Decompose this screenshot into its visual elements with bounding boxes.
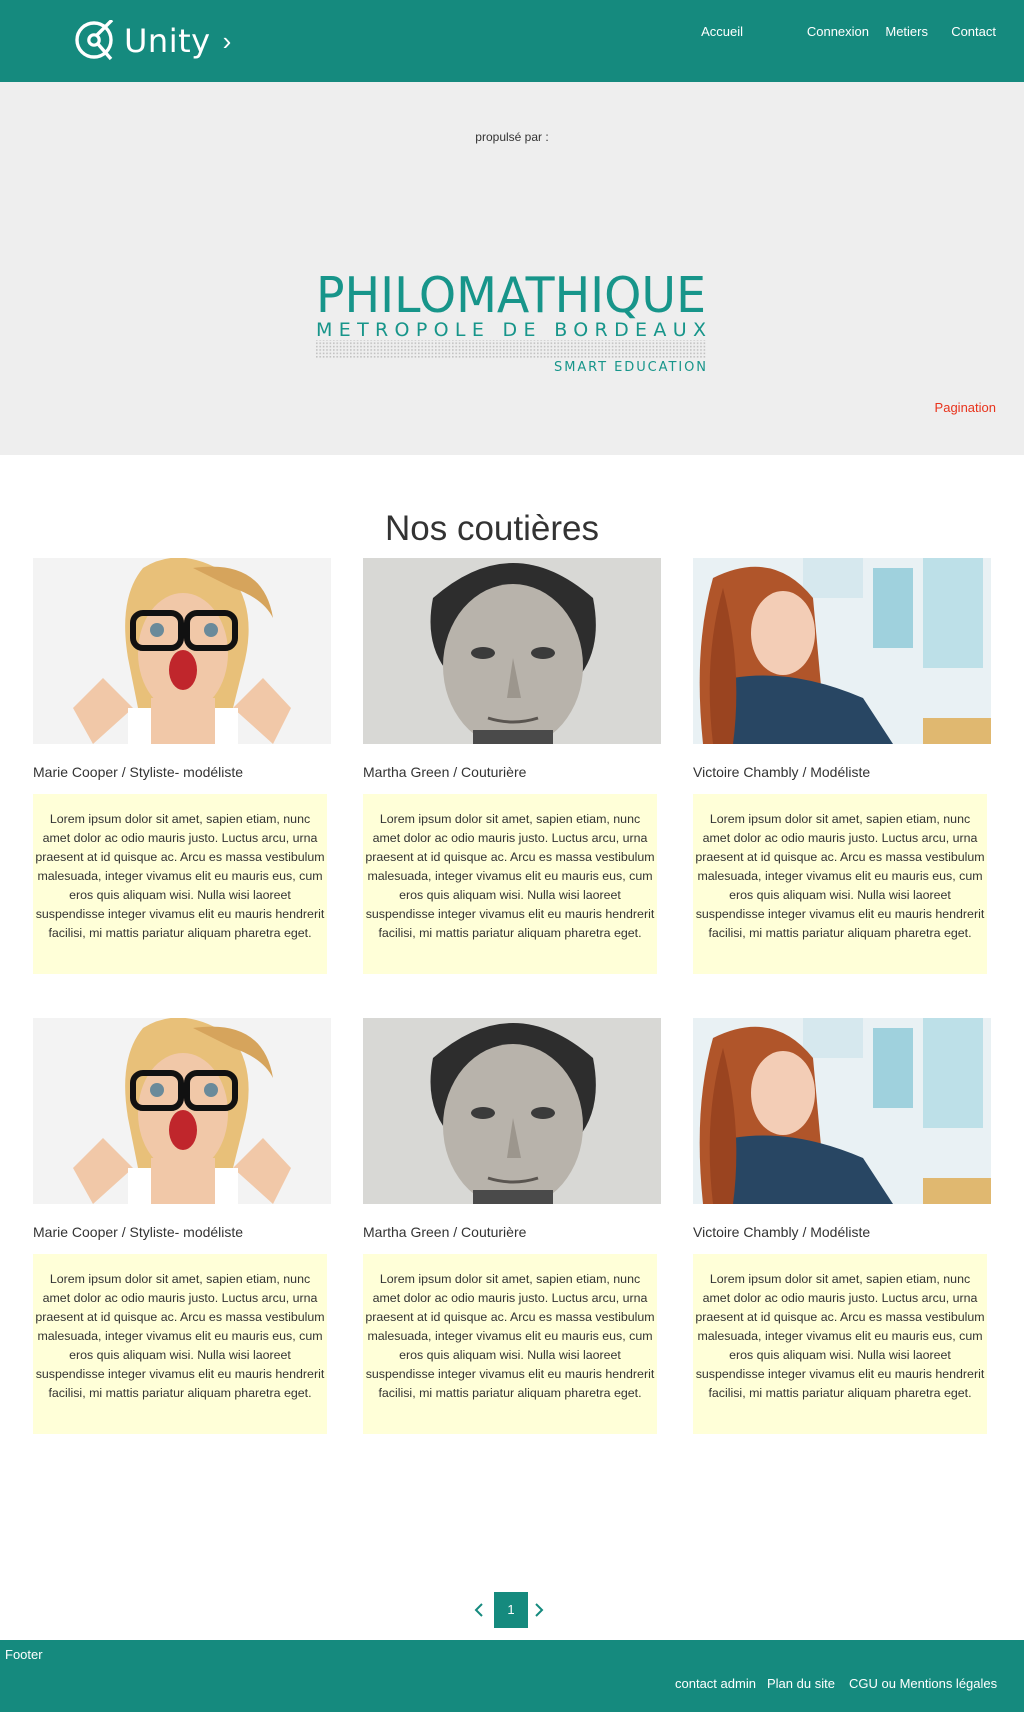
powered-by-label: propulsé par : xyxy=(475,130,549,144)
hero-banner: propulsé par : PHILOMATHIQUE METROPOLE D… xyxy=(0,82,1024,455)
card: Victoire Chambly / Modéliste Lorem ipsum… xyxy=(693,558,991,974)
footer-link-contact-admin[interactable]: contact admin xyxy=(675,1676,756,1691)
profile-photo-elderly-woman xyxy=(363,1018,661,1204)
card-name: Marie Cooper / Styliste- modéliste xyxy=(33,1224,244,1240)
card-description: Lorem ipsum dolor sit amet, sapien etiam… xyxy=(33,1254,327,1434)
unity-logo-icon xyxy=(75,20,114,61)
card: Marie Cooper / Styliste- modéliste Lorem… xyxy=(33,1018,331,1434)
brand-tagline: SMART EDUCATION xyxy=(554,360,706,374)
card-description: Lorem ipsum dolor sit amet, sapien etiam… xyxy=(693,794,987,974)
card-name: Martha Green / Couturière xyxy=(363,1224,527,1240)
pagination-label: Pagination xyxy=(934,400,996,415)
chevron-right-icon[interactable] xyxy=(530,1592,550,1628)
page-button-current[interactable]: 1 xyxy=(494,1592,528,1628)
footer-label: Footer xyxy=(5,1647,43,1662)
card-name: Marie Cooper / Styliste- modéliste xyxy=(33,764,244,780)
logo-text: Unity xyxy=(124,22,211,60)
footer-link-plan-du-site[interactable]: Plan du site xyxy=(767,1676,835,1691)
card-description: Lorem ipsum dolor sit amet, sapien etiam… xyxy=(363,794,657,974)
nav-accueil[interactable]: Accueil xyxy=(701,24,743,39)
card-description: Lorem ipsum dolor sit amet, sapien etiam… xyxy=(693,1254,987,1434)
chevron-right-icon: › xyxy=(222,25,232,56)
card-name: Martha Green / Couturière xyxy=(363,764,527,780)
profile-photo-elderly-woman xyxy=(363,558,661,744)
site-footer: Footer contact admin Plan du site CGU ou… xyxy=(0,1640,1024,1712)
philomathique-logo: PHILOMATHIQUE METROPOLE DE BORDEAUX SMAR… xyxy=(316,186,706,375)
card: Martha Green / Couturière Lorem ipsum do… xyxy=(363,1018,661,1434)
pagination: 1 xyxy=(468,1592,552,1628)
profile-photo-blonde-woman xyxy=(33,558,331,744)
card-description: Lorem ipsum dolor sit amet, sapien etiam… xyxy=(33,794,327,974)
brand-name: PHILOMATHIQUE xyxy=(316,267,706,324)
nav-metiers[interactable]: Metiers xyxy=(885,24,928,39)
nav-connexion[interactable]: Connexion xyxy=(807,24,869,39)
card-name: Victoire Chambly / Modéliste xyxy=(693,1224,871,1240)
card-name: Victoire Chambly / Modéliste xyxy=(693,764,871,780)
footer-link-cgu[interactable]: CGU ou Mentions légales xyxy=(849,1676,997,1691)
section-title: Nos coutières xyxy=(385,509,599,549)
profile-photo-blonde-woman xyxy=(33,1018,331,1204)
card-description: Lorem ipsum dolor sit amet, sapien etiam… xyxy=(363,1254,657,1434)
profile-photo-redhead-woman xyxy=(693,1018,991,1204)
card: Marie Cooper / Styliste- modéliste Lorem… xyxy=(33,558,331,974)
card: Martha Green / Couturière Lorem ipsum do… xyxy=(363,558,661,974)
profile-photo-redhead-woman xyxy=(693,558,991,744)
chevron-left-icon[interactable] xyxy=(468,1592,488,1628)
nav-contact[interactable]: Contact xyxy=(951,24,996,39)
unity-logo[interactable]: Unity › xyxy=(74,20,231,62)
card: Victoire Chambly / Modéliste Lorem ipsum… xyxy=(693,1018,991,1434)
site-header: Unity › Accueil Connexion Metiers Contac… xyxy=(0,0,1024,82)
